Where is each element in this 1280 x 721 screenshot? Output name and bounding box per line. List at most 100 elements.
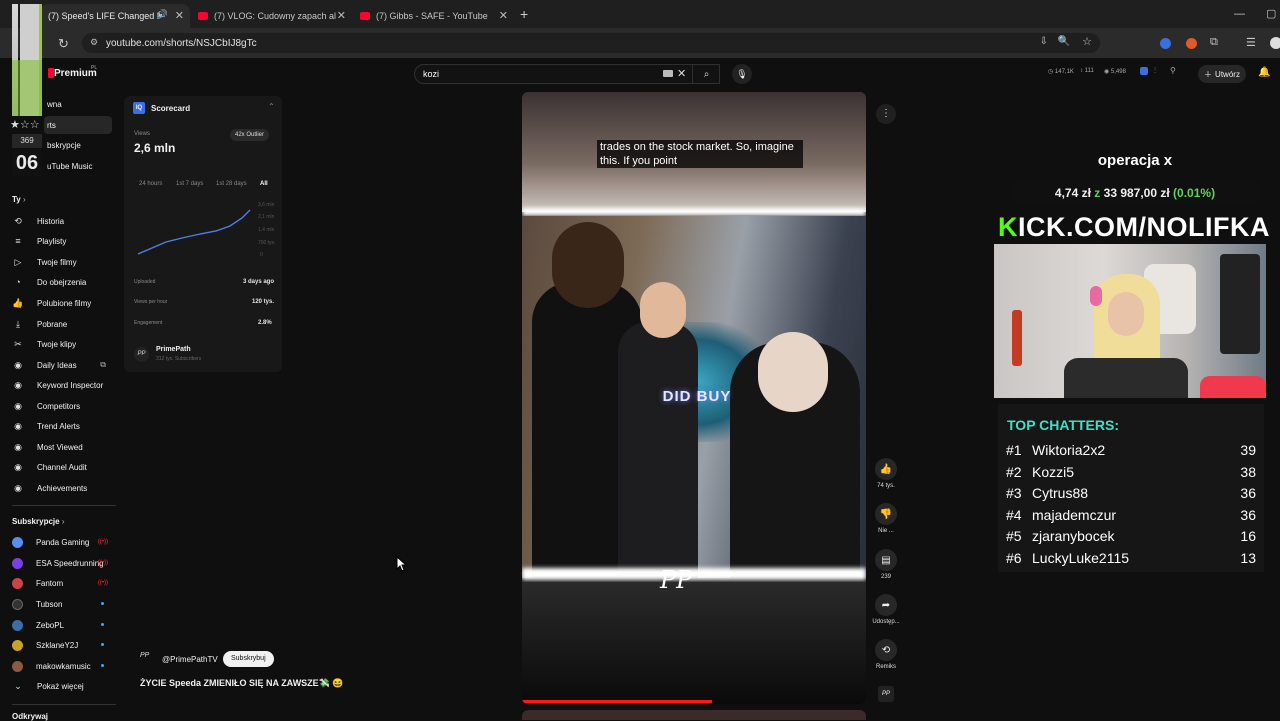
bell-icon[interactable]: 🔔 xyxy=(1258,67,1270,78)
search-input[interactable]: kozi ✕ xyxy=(414,64,720,84)
tab-vlog[interactable]: (7) VLOG: Cudowny zapach al ✕ xyxy=(190,4,352,28)
sidebar-item-subscriptions[interactable]: bskrypcje xyxy=(47,141,81,150)
sidebar-item-your-videos[interactable]: ▷ Twoje filmy xyxy=(12,253,116,271)
y-tick: 1,4 mln xyxy=(258,227,275,233)
channel-avatar[interactable]: PP xyxy=(140,652,156,666)
sub-item-makowka[interactable]: makowkamusic xyxy=(12,657,116,675)
site-info-icon[interactable]: ⚙ xyxy=(90,37,98,48)
video-progress-bar[interactable] xyxy=(522,700,712,703)
sidebar-item-competitors[interactable]: ◉ Competitors xyxy=(12,397,116,415)
subscribe-button[interactable]: Subskrybuj xyxy=(223,651,274,667)
chatter-rank: #2 xyxy=(1006,464,1022,480)
cast-icon[interactable]: ⚲ xyxy=(1170,66,1176,75)
show-more-button[interactable]: ⌄ Pokaż więcej xyxy=(12,677,116,695)
more-options-icon[interactable]: ⋮ xyxy=(876,104,896,124)
speaker-icon[interactable]: 🔊 xyxy=(157,9,168,20)
sub-item-tubson[interactable]: Tubson xyxy=(12,595,116,613)
clear-search-icon[interactable]: ✕ xyxy=(677,67,686,80)
sidebar-item-daily-ideas[interactable]: ◉ Daily Ideas ⧉ xyxy=(12,356,116,374)
close-tab-icon[interactable]: ✕ xyxy=(499,9,508,22)
range-7d[interactable]: 1st 7 days xyxy=(176,181,203,187)
dislike-button[interactable]: 👎 Nie ... xyxy=(872,503,900,534)
red-object-shape xyxy=(1200,376,1266,398)
range-all[interactable]: All xyxy=(260,181,268,187)
sidebar-item-shorts[interactable]: rts xyxy=(47,121,56,130)
share-button[interactable]: ➦ Udostęp... xyxy=(872,594,900,625)
install-icon[interactable]: ⇩ xyxy=(1040,36,1048,47)
sub-item-fantom[interactable]: Fantom ((•)) xyxy=(12,574,116,592)
overlay-count: 369 xyxy=(12,134,42,148)
sidebar-item-watch-later[interactable]: ◔ Do obejrzenia xyxy=(12,273,116,291)
sub-item-zebopl[interactable]: ZeboPL xyxy=(12,616,116,634)
chatter-count: 16 xyxy=(1240,528,1256,544)
reload-icon[interactable]: ↻ xyxy=(58,36,69,52)
puzzle-icon[interactable]: ⧉ xyxy=(1210,36,1218,49)
streamer-face-shape xyxy=(1108,292,1144,336)
section-you[interactable]: Ty › xyxy=(12,195,26,204)
scorecard-title: Scorecard xyxy=(151,104,191,113)
sub-item-szklane[interactable]: SzklaneY2J xyxy=(12,636,116,654)
engagement-value: 2.8% xyxy=(258,320,272,326)
tool-icon: ◉ xyxy=(14,441,22,452)
extension-icon[interactable] xyxy=(1160,38,1171,49)
channel-thumb[interactable]: PP xyxy=(878,686,894,702)
remix-button[interactable]: ⟲ Remiks xyxy=(872,639,900,670)
voice-search-button[interactable]: 🎙 xyxy=(732,64,752,84)
sidebar-item-clips[interactable]: ✂ Twoje klipy xyxy=(12,335,116,353)
sub-item-panda-gaming[interactable]: Panda Gaming ((•)) xyxy=(12,533,116,551)
views-per-hour-label: Views per hour xyxy=(134,299,168,305)
extension-icon[interactable] xyxy=(1140,67,1148,75)
minimize-icon[interactable]: — xyxy=(1234,8,1245,20)
sidebar-item-downloads[interactable]: ⤓ Pobrane xyxy=(12,315,116,333)
sidebar-item-label: Keyword Inspector xyxy=(37,380,104,390)
sidebar-item-history[interactable]: ⟲ Historia xyxy=(12,212,116,230)
streamer-webcam xyxy=(994,244,1266,398)
overlay-number: 06 xyxy=(12,150,42,176)
tab-gibbs[interactable]: (7) Gibbs - SAFE - YouTube ✕ xyxy=(352,4,514,28)
zoom-icon[interactable]: 🔍 xyxy=(1058,36,1070,47)
keyboard-icon[interactable] xyxy=(663,70,673,77)
extension-icon[interactable] xyxy=(1186,38,1197,49)
avatar xyxy=(12,598,23,610)
channel-handle[interactable]: @PrimePathTV xyxy=(162,655,218,664)
sidebar-item-music[interactable]: uTube Music xyxy=(47,162,93,171)
create-button[interactable]: ＋ Utwórz xyxy=(1198,65,1246,83)
sidebar-item-achievements[interactable]: ◉ Achievements xyxy=(12,479,116,497)
next-short-preview[interactable] xyxy=(522,710,866,720)
dislike-label: Nie ... xyxy=(878,528,894,534)
collapse-chevron-icon[interactable]: ⌃ xyxy=(268,102,275,111)
new-tab-button[interactable]: + xyxy=(520,6,528,22)
tab-speed[interactable]: (7) Speed's LIFE Changed F 🔊 ✕ xyxy=(40,4,190,28)
close-tab-icon[interactable]: ✕ xyxy=(337,9,346,22)
maximize-icon[interactable]: ▢ xyxy=(1266,7,1276,20)
range-28d[interactable]: 1st 28 days xyxy=(216,181,247,187)
sidebar-item-liked[interactable]: 👍 Polubione filmy xyxy=(12,294,116,312)
kick-rest: ICK.COM/NOLIFKA xyxy=(1018,212,1270,242)
sidebar-item-channel-audit[interactable]: ◉ Channel Audit xyxy=(12,458,116,476)
sidebar-item-label: Trend Alerts xyxy=(37,421,80,431)
range-24h[interactable]: 24 hours xyxy=(139,181,162,187)
sidebar-item-trend-alerts[interactable]: ◉ Trend Alerts xyxy=(12,417,116,435)
tab-search-icon[interactable]: ☰ xyxy=(1246,36,1256,49)
search-button[interactable]: ⌕ xyxy=(692,64,720,84)
sidebar-item-keyword-inspector[interactable]: ◉ Keyword Inspector xyxy=(12,376,116,394)
address-bar[interactable]: ⚙ youtube.com/shorts/NSJCbIJ8gTc ⇩ 🔍 ☆ xyxy=(82,33,1100,53)
sub-item-esa[interactable]: ESA Speedrunning ((•)) xyxy=(12,554,116,572)
growth-line xyxy=(137,209,251,255)
channel-name[interactable]: PrimePath xyxy=(156,346,191,353)
search-value: kozi xyxy=(423,69,440,79)
thumbs-down-icon: 👎 xyxy=(875,503,897,525)
sidebar-item-most-viewed[interactable]: ◉ Most Viewed xyxy=(12,438,116,456)
video-overlay-text: DID BUY xyxy=(662,388,732,405)
section-subscriptions[interactable]: Subskrypcje › xyxy=(12,517,64,526)
close-tab-icon[interactable]: ✕ xyxy=(175,9,184,22)
chart-icon[interactable]: ⫶ xyxy=(1154,66,1156,76)
bookmark-star-icon[interactable]: ☆ xyxy=(1082,35,1092,48)
rating-stars-icon: ★☆☆ xyxy=(10,119,40,131)
video-icon: ▷ xyxy=(14,256,22,267)
profile-avatar[interactable] xyxy=(1270,37,1280,49)
sidebar-item-playlists[interactable]: ≡ Playlisty xyxy=(12,232,116,250)
comments-button[interactable]: ▤ 239 xyxy=(872,549,900,580)
sidebar-item-home[interactable]: wna xyxy=(47,100,62,109)
like-button[interactable]: 👍 74 tys. xyxy=(872,458,900,489)
